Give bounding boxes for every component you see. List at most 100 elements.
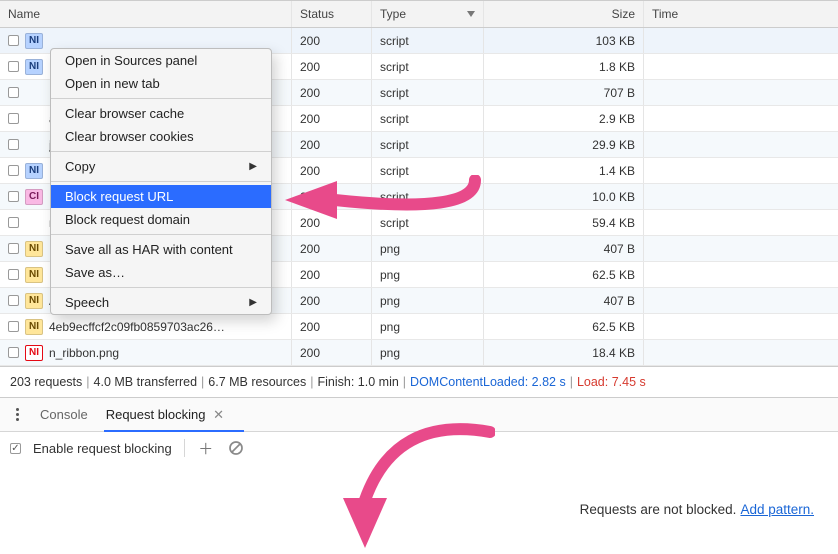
cell-status: 200 <box>292 132 372 157</box>
row-checkbox[interactable] <box>8 87 19 98</box>
row-checkbox[interactable] <box>8 35 19 46</box>
cell-status: 200 <box>292 340 372 365</box>
row-checkbox[interactable] <box>8 113 19 124</box>
empty-state-text: Requests are not blocked. <box>580 502 737 517</box>
cell-status: 200 <box>292 106 372 131</box>
row-checkbox[interactable] <box>8 217 19 228</box>
cell-type: script <box>372 54 484 79</box>
tab-request-blocking-label: Request blocking <box>106 407 206 422</box>
row-checkbox[interactable] <box>8 321 19 332</box>
file-type-badge: NI <box>25 345 43 361</box>
col-status-header[interactable]: Status <box>292 1 372 27</box>
cell-size: 62.5 KB <box>484 262 644 287</box>
status-dcl: DOMContentLoaded: 2.82 s <box>410 375 566 389</box>
col-type-header[interactable]: Type <box>372 1 484 27</box>
file-type-badge: NI <box>25 163 43 179</box>
chevron-right-icon: ▶ <box>249 297 257 308</box>
more-menu-icon[interactable] <box>10 408 24 421</box>
ctx-clear-cookies[interactable]: Clear browser cookies <box>51 125 271 148</box>
ctx-save-har[interactable]: Save all as HAR with content <box>51 238 271 261</box>
table-row[interactable]: NI4eb9ecffcf2c09fb0859703ac26… 200 png 6… <box>0 314 838 340</box>
cell-status: 200 <box>292 210 372 235</box>
file-type-badge: NI <box>25 59 43 75</box>
cell-status: 200 <box>292 236 372 261</box>
ctx-copy[interactable]: Copy ▶ <box>51 155 271 178</box>
cell-status: 200 <box>292 54 372 79</box>
cell-size: 29.9 KB <box>484 132 644 157</box>
separator-icon <box>51 234 271 235</box>
clear-patterns-icon[interactable] <box>227 439 245 457</box>
row-checkbox[interactable] <box>8 295 19 306</box>
cell-type: script <box>372 210 484 235</box>
cell-type: script <box>372 80 484 105</box>
enable-blocking-label: Enable request blocking <box>33 441 172 456</box>
cell-type: script <box>372 106 484 131</box>
status-finish: Finish: 1.0 min <box>318 375 399 389</box>
add-pattern-icon[interactable]: ＋ <box>197 439 215 457</box>
col-type-label: Type <box>380 7 406 21</box>
ctx-block-domain[interactable]: Block request domain <box>51 208 271 231</box>
row-checkbox[interactable] <box>8 139 19 150</box>
row-checkbox[interactable] <box>8 61 19 72</box>
table-header: Name Status Type Size Time <box>0 0 838 28</box>
cell-size: 1.8 KB <box>484 54 644 79</box>
context-menu: Open in Sources panel Open in new tab Cl… <box>50 48 272 315</box>
cell-status: 200 <box>292 262 372 287</box>
file-name: 4eb9ecffcf2c09fb0859703ac26… <box>49 320 225 334</box>
ctx-clear-cache[interactable]: Clear browser cache <box>51 102 271 125</box>
chevron-right-icon: ▶ <box>249 161 257 172</box>
tab-console[interactable]: Console <box>38 399 90 430</box>
status-load: Load: 7.45 s <box>577 375 646 389</box>
close-icon[interactable]: ✕ <box>213 407 224 422</box>
cell-size: 707 B <box>484 80 644 105</box>
ctx-save-as[interactable]: Save as… <box>51 261 271 284</box>
cell-status: 200 <box>292 158 372 183</box>
row-checkbox[interactable] <box>8 243 19 254</box>
file-type-badge: NI <box>25 319 43 335</box>
cell-size: 407 B <box>484 288 644 313</box>
table-row[interactable]: NI n_ribbon.png 200 png 18.4 KB <box>0 340 838 366</box>
request-blocking-toolbar: Enable request blocking ＋ <box>0 432 838 464</box>
drawer-tabbar: Console Request blocking ✕ <box>0 398 838 432</box>
add-pattern-link[interactable]: Add pattern. <box>740 502 814 517</box>
file-type-badge: NI <box>25 267 43 283</box>
separator-icon <box>51 181 271 182</box>
separator-icon <box>51 98 271 99</box>
col-time-header[interactable]: Time <box>644 7 838 21</box>
file-type-badge: NI <box>25 241 43 257</box>
col-name-header[interactable]: Name <box>0 1 292 27</box>
row-checkbox[interactable] <box>8 191 19 202</box>
cell-type: png <box>372 262 484 287</box>
col-size-header[interactable]: Size <box>484 1 644 27</box>
row-checkbox[interactable] <box>8 165 19 176</box>
ctx-block-url[interactable]: Block request URL <box>51 185 271 208</box>
cell-size: 2.9 KB <box>484 106 644 131</box>
cell-size: 10.0 KB <box>484 184 644 209</box>
enable-blocking-checkbox[interactable] <box>10 443 21 454</box>
cell-type: png <box>372 340 484 365</box>
ctx-copy-label: Copy <box>65 159 95 174</box>
status-requests: 203 requests <box>10 375 82 389</box>
cell-size: 103 KB <box>484 28 644 53</box>
file-name: n_ribbon.png <box>49 346 119 360</box>
ctx-open-sources[interactable]: Open in Sources panel <box>51 49 271 72</box>
row-checkbox[interactable] <box>8 347 19 358</box>
cell-size: 18.4 KB <box>484 340 644 365</box>
separator-icon <box>184 439 185 457</box>
network-status-bar: 203 requests| 4.0 MB transferred| 6.7 MB… <box>0 367 838 398</box>
cell-type: script <box>372 184 484 209</box>
cell-status: 200 <box>292 184 372 209</box>
ctx-open-new-tab[interactable]: Open in new tab <box>51 72 271 95</box>
cell-type: png <box>372 314 484 339</box>
ctx-speech[interactable]: Speech ▶ <box>51 291 271 314</box>
file-type-badge: CI <box>25 189 43 205</box>
sort-desc-icon <box>467 11 475 17</box>
request-blocking-body: Requests are not blocked. Add pattern. <box>0 464 838 554</box>
cell-size: 1.4 KB <box>484 158 644 183</box>
cell-size: 407 B <box>484 236 644 261</box>
row-checkbox[interactable] <box>8 269 19 280</box>
cell-type: png <box>372 288 484 313</box>
status-resources: 6.7 MB resources <box>208 375 306 389</box>
tab-request-blocking[interactable]: Request blocking ✕ <box>104 399 226 431</box>
cell-type: script <box>372 132 484 157</box>
